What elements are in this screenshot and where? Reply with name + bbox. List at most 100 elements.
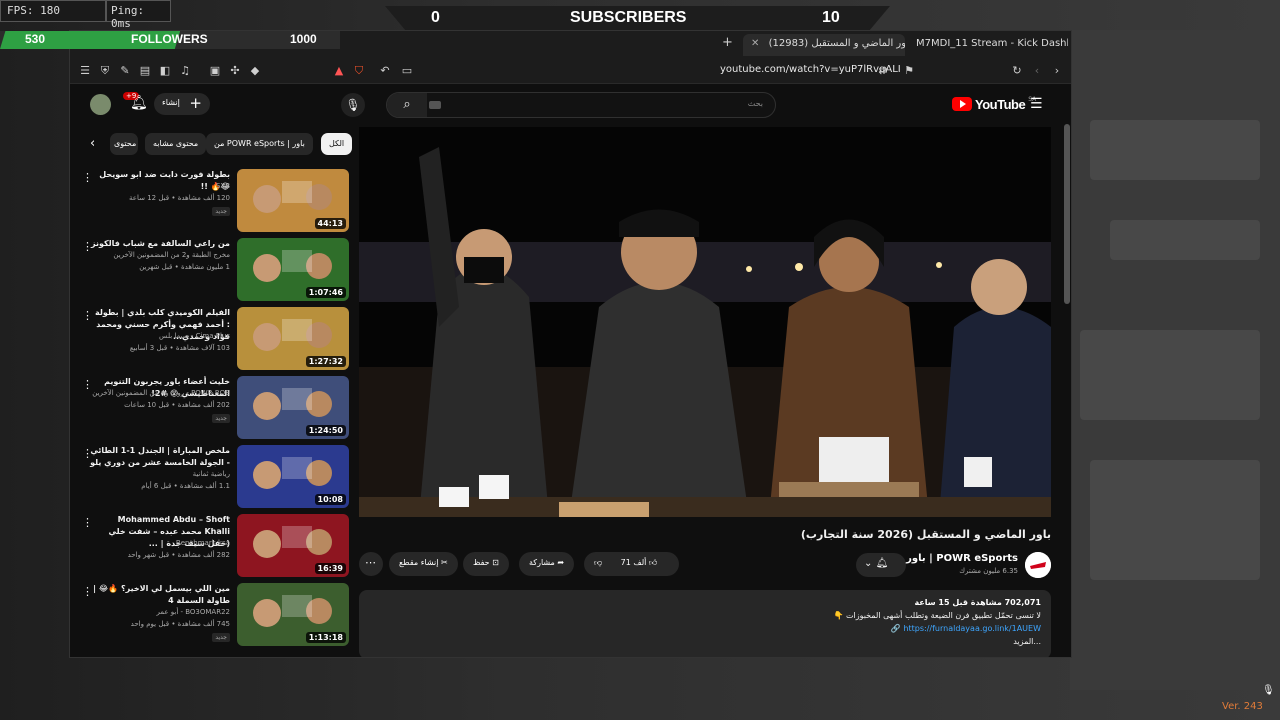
create-button[interactable]: إنشاء + [154, 93, 210, 115]
rec-duration: 44:13 [314, 218, 346, 229]
rec-thumbnail[interactable]: 16:39 [237, 514, 349, 577]
search-input[interactable]: بحث [748, 99, 763, 108]
rec-title[interactable]: مين اللي بيسمل لي الاخير؟ 🔥😂 | طاولة الس… [90, 583, 230, 607]
tabs-icon[interactable]: ▤ [138, 64, 152, 78]
recommendation-item[interactable]: ⋮ من راعي السالفة مع شباب فالكونز مخرج الط… [70, 238, 355, 304]
save-icon: ⊡ [492, 558, 499, 567]
wand-icon[interactable]: ✎ [118, 64, 132, 78]
rec-duration: 1:27:32 [305, 356, 346, 367]
address-bar[interactable]: youtube.com/watch?v=yuP7lRvqALI [720, 64, 901, 75]
rec-thumbnail[interactable]: 1:27:32 [237, 307, 349, 370]
rec-channel: POWR ROB - روب و4 من المضمونين الآخرين [92, 389, 230, 397]
browser-window: + ✕ باور الماضي و المستقبل (12983) M7MDI… [69, 30, 1072, 658]
channel-name[interactable]: POWR eSports | باور [906, 553, 1018, 564]
rec-meta: 202 ألف مشاهدة • قبل 10 ساعات [124, 401, 230, 409]
subscribers-current: 0 [431, 9, 440, 26]
diamond-icon[interactable]: ◆ [248, 64, 262, 78]
close-tab-icon[interactable]: ✕ [751, 38, 759, 49]
forward-icon[interactable]: › [1050, 64, 1064, 78]
music-icon[interactable]: ♫ [178, 64, 192, 78]
youtube-header: +9 🔔︎ إنشاء + 🎙︎ ⌕ بحث YouTube SA ☰ [70, 84, 1071, 124]
shield-icon[interactable]: ⛨ [98, 64, 112, 78]
voice-search-icon[interactable]: 🎙︎ [341, 93, 365, 117]
followers-current: 530 [25, 32, 46, 46]
recommendation-item[interactable]: ⋮ الفيلم الكوميدي كلب بلدي | بطولة : أحمد… [70, 307, 355, 373]
version-label: Ver. 243 [1222, 701, 1263, 712]
search-icon[interactable]: ⌕ [387, 93, 427, 117]
channel-avatar[interactable] [1025, 552, 1051, 578]
like-icon[interactable]: 👍︎ [649, 558, 657, 567]
hamburger-menu-icon[interactable]: ☰ [1030, 96, 1043, 112]
create-label: إنشاء [162, 98, 180, 107]
tab-kick-dashboard[interactable]: M7MDI_11 Stream - Kick Dashbo [908, 34, 1068, 56]
bookmark-icon[interactable]: ⚑ [902, 64, 916, 78]
translate-icon[interactable]: ⇄ [876, 64, 890, 78]
rec-meta: 120 ألف مشاهدة • قبل 12 ساعة [129, 194, 230, 202]
rec-thumbnail[interactable]: 44:13 [237, 169, 349, 232]
rec-title[interactable]: ملخص المباراة | الجندل 1-1 الطائي - الجو… [90, 445, 230, 469]
rec-title[interactable]: من راعي السالفة مع شباب فالكونز [90, 238, 230, 250]
brave-shield-icon[interactable]: ⛉ [352, 64, 366, 78]
mic-icon: 🎙︎ [1262, 685, 1275, 696]
video-frame [359, 127, 1051, 517]
back-icon[interactable]: ‹ [1030, 64, 1044, 78]
youtube-page: +9 🔔︎ إنشاء + 🎙︎ ⌕ بحث YouTube SA ☰ ‹ مح… [70, 84, 1071, 657]
notifications-bell-icon[interactable]: 🔔︎ [130, 95, 148, 113]
video-description[interactable]: 702,071 مشاهدة قبل 15 ساعة لا تنسى تحمّل… [359, 590, 1051, 657]
save-button[interactable]: حفظ ⊡ [463, 552, 509, 576]
new-tab-button[interactable]: + [722, 35, 733, 50]
description-link-row: https://furnaldayaa.go.link/1AUEW 🔗 [890, 624, 1041, 633]
recommendation-item[interactable]: ⋮ ملخص المباراة | الجندل 1-1 الطائي - الج… [70, 445, 355, 511]
keyboard-icon[interactable] [429, 101, 441, 109]
recommendation-item[interactable]: ⋮ مين اللي بيسمل لي الاخير؟ 🔥😂 | طاولة ال… [70, 583, 355, 649]
rec-duration: 10:08 [314, 494, 346, 505]
recommendation-item[interactable]: ⋮ بطولة فورت دايت ضد ابو سويحل 😂🔥 !! SXB 12… [70, 169, 355, 235]
related-chips: ‹ محتوى محتوى مشابه من POWR eSports | با… [85, 133, 353, 157]
tab-label: M7MDI_11 Stream - Kick Dashbo [916, 38, 1068, 49]
chip-other[interactable]: محتوى [110, 133, 138, 155]
rec-channel: مخرج الطبقة و2 من المضمونين الآخرين [113, 251, 230, 259]
description-link[interactable]: https://furnaldayaa.go.link/1AUEW [903, 624, 1041, 633]
warning-icon[interactable]: ▲ [332, 64, 346, 78]
rec-channel: Benchmark ksa [175, 539, 230, 547]
chip-from-channel[interactable]: من POWR eSports | باور [206, 133, 313, 155]
puzzle-icon[interactable]: ✣ [228, 64, 242, 78]
new-badge: جديد [212, 633, 230, 642]
video-title: باور الماضي و المستقبل (2026 سنة التجارب… [800, 528, 1051, 541]
menu-icon[interactable]: ☰ [78, 64, 92, 78]
dislike-icon[interactable]: 👎︎ [594, 558, 602, 567]
chip-similar[interactable]: محتوى مشابه [145, 133, 207, 155]
back-arrow-icon[interactable]: ↶ [378, 64, 392, 78]
chevron-left-icon[interactable]: ‹ [90, 136, 95, 151]
subscribe-bell-button[interactable]: ⌄ 🔔︎ [856, 553, 906, 577]
chip-all[interactable]: الكل [321, 133, 353, 155]
window-icon[interactable]: ▣ [208, 64, 222, 78]
followers-label: FOLLOWERS [131, 32, 208, 46]
clip-button[interactable]: إنشاء مقطع ✂ [389, 552, 458, 576]
search-box[interactable]: ⌕ بحث [386, 92, 776, 118]
page-scrollbar[interactable] [1064, 124, 1070, 304]
bell-icon: 🔔︎ [875, 558, 889, 569]
rec-thumbnail[interactable]: 1:13:18 [237, 583, 349, 646]
share-button[interactable]: مشاركة ➦ [519, 552, 575, 576]
description-views: 702,071 مشاهدة قبل 15 ساعة [914, 598, 1041, 607]
description-line: لا تنسى تحمّل تطبيق فرن الضيعة وتطلب أشه… [833, 611, 1041, 620]
youtube-logo[interactable]: YouTube SA [952, 96, 1036, 112]
rec-thumbnail[interactable]: 1:24:50 [237, 376, 349, 439]
rec-meta: 745 ألف مشاهدة • قبل يوم واحد [130, 620, 230, 628]
rec-thumbnail[interactable]: 1:07:46 [237, 238, 349, 301]
background-window [1070, 30, 1280, 690]
rec-thumbnail[interactable]: 10:08 [237, 445, 349, 508]
tab-label: باور الماضي و المستقبل (12983) [768, 38, 905, 49]
recommendation-item[interactable]: ⋮ خليت أعضاء باور يجربون التنويم المغناطي… [70, 376, 355, 442]
video-player[interactable] [359, 127, 1051, 517]
recommendation-item[interactable]: ⋮ Mohammed Abdu – Shoft Khalli محمد عبده … [70, 514, 355, 580]
sidebar-icon[interactable]: ◧ [158, 64, 172, 78]
tab-youtube-video[interactable]: ✕ باور الماضي و المستقبل (12983) [743, 34, 905, 56]
screen-icon[interactable]: ▭ [400, 64, 414, 78]
reload-icon[interactable]: ↻ [1010, 64, 1024, 78]
show-more-link[interactable]: ...المزيد [369, 635, 1041, 648]
rec-channel: BO3OMAR22 - أبو عمر [156, 608, 230, 616]
account-avatar[interactable] [90, 94, 111, 115]
more-options-icon[interactable]: ⋯ [359, 552, 383, 576]
